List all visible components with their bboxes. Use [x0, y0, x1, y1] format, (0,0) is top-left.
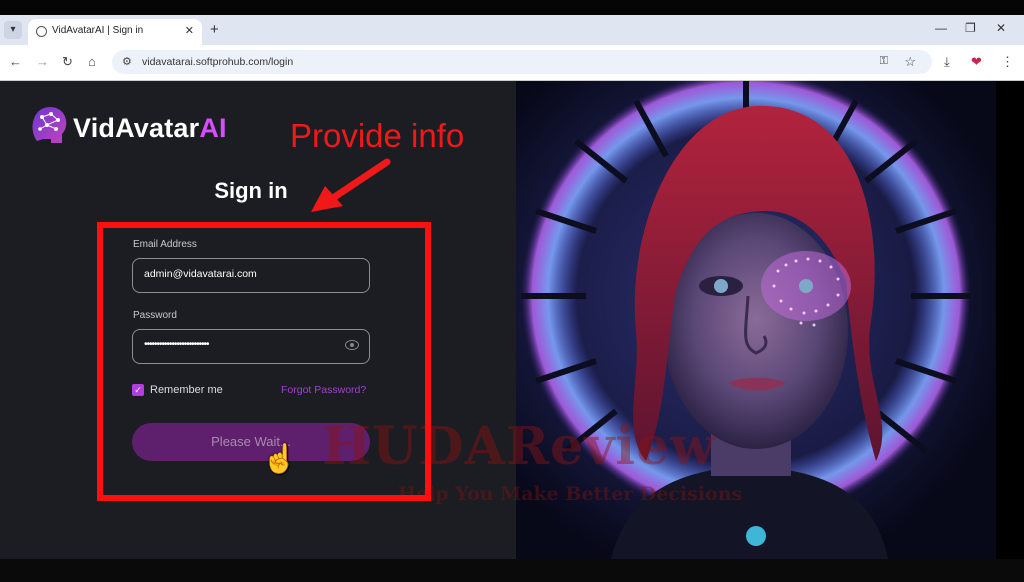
tab-title: VidAvatarAI | Sign in	[52, 25, 144, 36]
plus-icon[interactable]: +	[210, 21, 219, 39]
annotation-arrow-icon	[311, 158, 391, 212]
extension-icon[interactable]: ❤	[971, 54, 982, 70]
tab-list-icon[interactable]: ▾	[4, 21, 22, 39]
browser-tab[interactable]: VidAvatarAI | Sign in ✕	[28, 19, 202, 45]
brain-icon	[32, 107, 67, 143]
key-icon[interactable]: ⚿	[880, 55, 888, 68]
back-icon[interactable]: ←	[9, 54, 22, 69]
url-field[interactable]: ⚙ vidavatarai.softprohub.com/login ⚿ ☆	[112, 50, 932, 74]
hand-cursor-icon: ☝	[262, 443, 297, 474]
globe-icon	[36, 26, 47, 37]
menu-icon[interactable]: ⋮	[1001, 54, 1014, 70]
home-icon[interactable]: ⌂	[88, 54, 96, 69]
page-title: Sign in	[214, 178, 288, 203]
forward-icon[interactable]: →	[36, 54, 49, 69]
restore-icon[interactable]: ❐	[965, 21, 976, 35]
bottom-strip	[0, 559, 1024, 582]
top-band	[0, 0, 1024, 15]
minimize-icon[interactable]: —	[935, 21, 947, 35]
address-bar: ← → ↻ ⌂ ⚙ vidavatarai.softprohub.com/log…	[0, 45, 1024, 81]
site-info-icon[interactable]: ⚙	[122, 55, 132, 68]
watermark-subtitle: Help You Make Better Decisions	[398, 483, 743, 505]
logo-text: VidAvatarAI	[73, 113, 227, 143]
window-close-icon[interactable]: ✕	[996, 21, 1006, 35]
url-text: vidavatarai.softprohub.com/login	[142, 56, 294, 68]
download-icon[interactable]: ⤓	[944, 54, 950, 70]
annotation-text: Provide info	[290, 117, 465, 154]
browser-tab-strip: ▾ VidAvatarAI | Sign in ✕ + — ❐ ✕	[0, 15, 1024, 45]
close-icon[interactable]: ✕	[185, 24, 194, 37]
reload-icon[interactable]: ↻	[62, 54, 73, 70]
page-content: VidAvatarAI Sign in Email Address admin@…	[0, 81, 1024, 582]
star-icon[interactable]: ☆	[904, 54, 916, 70]
